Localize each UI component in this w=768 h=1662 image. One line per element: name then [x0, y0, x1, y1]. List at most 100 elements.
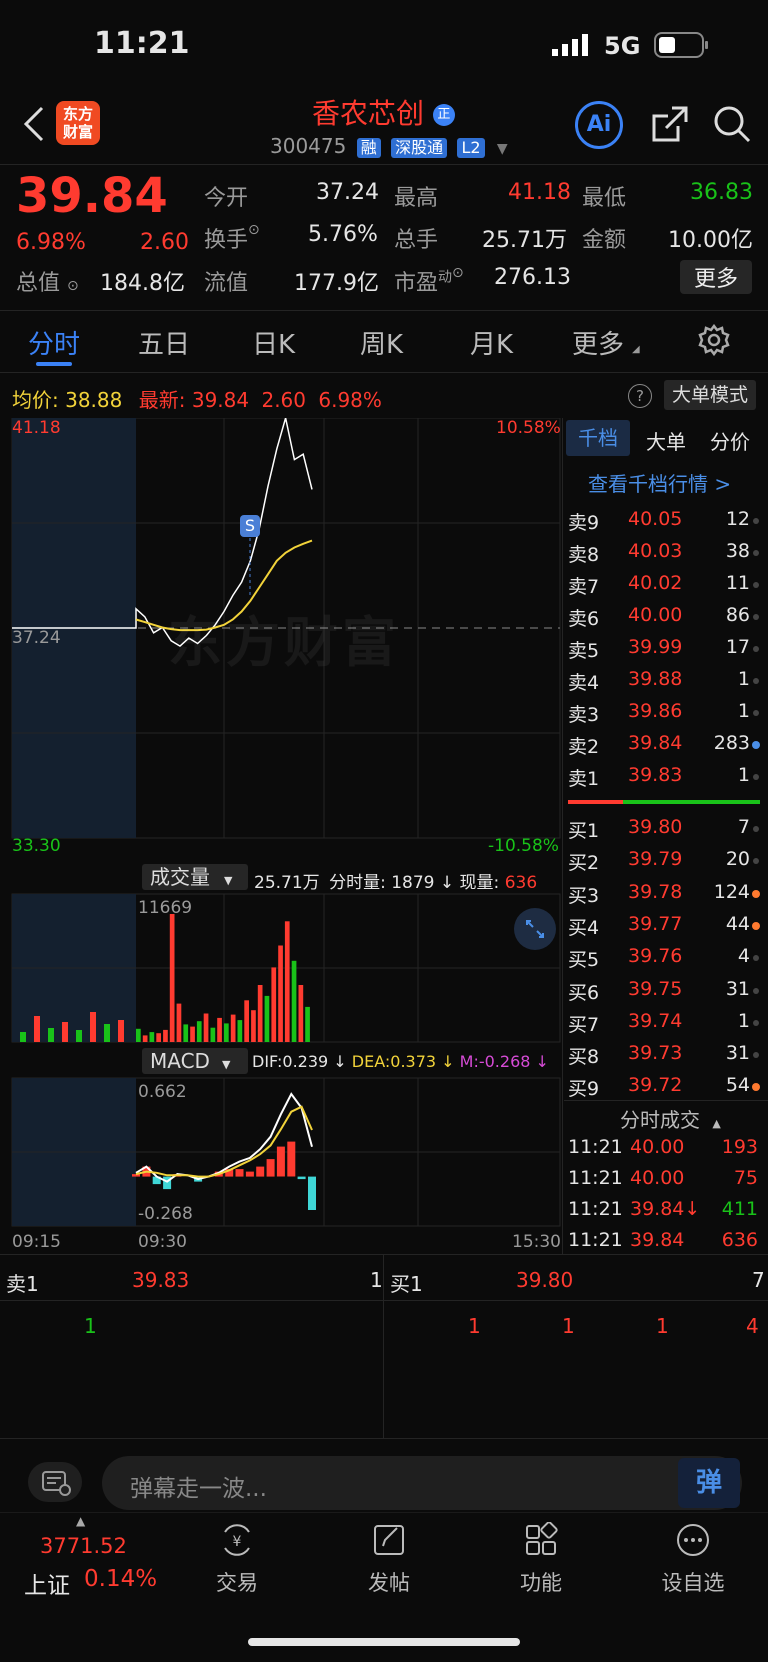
order-marker-dot — [753, 774, 759, 780]
settings-icon[interactable] — [698, 323, 730, 360]
bid-row[interactable]: 买3 39.78 124 — [568, 877, 764, 909]
bid-price: 39.74 — [628, 1009, 683, 1032]
ask-row[interactable]: 卖4 39.88 1 — [568, 664, 764, 696]
macd-histogram-bar — [276, 1146, 285, 1177]
amount-value: 10.00亿 — [668, 228, 753, 253]
bid-row[interactable]: 买2 39.79 20 — [568, 844, 764, 876]
danmaku-toggle-icon[interactable] — [28, 1462, 82, 1502]
tab-intraday[interactable]: 分时 — [28, 324, 80, 361]
ask-row[interactable]: 卖6 40.00 86 — [568, 600, 764, 632]
price-bottom-label: 33.30 — [12, 836, 61, 856]
pre-market-volume-bar — [76, 1030, 82, 1042]
nav-index[interactable]: ▲ 3771.52 上证 0.14% — [20, 1514, 160, 1604]
tab-five-day[interactable]: 五日 — [138, 324, 190, 361]
danmaku-input[interactable]: 弹幕走一波... 弹 — [102, 1456, 742, 1510]
volume-bar — [156, 1033, 161, 1042]
depth-link[interactable]: 查看千档行情 > — [588, 468, 731, 497]
trade-price: 39.84 — [630, 1229, 685, 1251]
change-value: 2.60 — [140, 230, 189, 255]
ask-label: 卖7 — [568, 576, 600, 598]
side-tab-big-order[interactable]: 大单 — [646, 426, 686, 455]
nav-add-watchlist[interactable]: 设自选 — [638, 1522, 748, 1597]
trade-icon: ¥ — [224, 1524, 250, 1556]
bid-label: 买9 — [568, 1078, 600, 1101]
order-marker-dot — [753, 646, 759, 652]
bid-row[interactable]: 买7 39.74 1 — [568, 1006, 764, 1038]
side-tab-depth[interactable]: 千档 — [566, 420, 630, 456]
ask-row[interactable]: 卖5 39.99 17 — [568, 632, 764, 664]
bid-row[interactable]: 买6 39.75 31 — [568, 974, 764, 1006]
trade-row: 11:21 39.84 636 — [568, 1227, 764, 1257]
tab-daily-k[interactable]: 日K — [252, 324, 295, 361]
chart-panel[interactable] — [0, 418, 566, 1254]
ask-row[interactable]: 卖3 39.86 1 — [568, 696, 764, 728]
open-value: 37.24 — [316, 180, 379, 205]
bid-row[interactable]: 买5 39.76 4 — [568, 941, 764, 973]
more-button[interactable]: 更多 — [680, 260, 752, 294]
volume-bar — [244, 1000, 249, 1042]
dropdown-icon: ▼ — [221, 1058, 231, 1071]
ask-row[interactable]: 卖8 40.03 38 — [568, 536, 764, 568]
info-icon[interactable]: ⊙ — [67, 278, 79, 294]
macd-selector[interactable]: MACD ▼ — [142, 1048, 248, 1074]
help-icon[interactable]: ? — [628, 384, 652, 408]
big-order-mode-button[interactable]: 大单模式 — [664, 380, 756, 410]
danmaku-send-button[interactable]: 弹 — [678, 1458, 740, 1508]
info-icon[interactable]: ⊙ — [248, 222, 260, 238]
pre-market-volume-bar — [20, 1032, 26, 1042]
tab-more[interactable]: 更多 — [572, 324, 624, 361]
volume-bar — [305, 1006, 310, 1042]
pre-market-volume-bar — [34, 1016, 40, 1042]
logo-line2: 财富 — [62, 123, 93, 141]
ask-row[interactable]: 卖9 40.05 12 — [568, 504, 764, 536]
battery-icon — [654, 32, 710, 62]
macd-histogram-bar — [308, 1176, 316, 1210]
expand-icon[interactable] — [514, 908, 556, 950]
macd-histogram-bar — [132, 1174, 140, 1177]
ask-qty: 17 — [725, 636, 750, 658]
index-value: 3771.52 — [40, 1534, 127, 1558]
nav-functions[interactable]: 功能 — [486, 1521, 596, 1597]
pre-market-volume-bar — [48, 1028, 54, 1042]
tab-weekly-k[interactable]: 周K — [360, 324, 403, 361]
info-icon[interactable]: ⊙ — [452, 265, 464, 281]
ask-label: 卖6 — [568, 608, 600, 630]
tab-monthly-k[interactable]: 月K — [470, 324, 513, 361]
volume-info: 25.71万 分时量: 1879 ↓ 现量: 636 — [254, 873, 538, 893]
stock-code-row[interactable]: 300475 融 深股通 L2 ▼ — [270, 134, 508, 158]
ask-row[interactable]: 卖7 40.02 11 — [568, 568, 764, 600]
bid-row[interactable]: 买4 39.77 44 — [568, 909, 764, 941]
search-icon[interactable] — [712, 104, 752, 148]
ask-price: 40.00 — [628, 604, 683, 626]
stock-name-text: 香农芯创 — [312, 97, 425, 130]
volume-bar — [136, 1028, 141, 1042]
order-marker-dot — [752, 889, 760, 898]
trade-time: 11:21 — [568, 1167, 623, 1189]
bid-row[interactable]: 买1 39.80 7 — [568, 812, 764, 844]
trades-title[interactable]: 分时成交 ▲ — [620, 1104, 721, 1133]
share-icon[interactable] — [650, 104, 690, 148]
dropdown-icon[interactable]: ▼ — [497, 141, 508, 157]
order-marker-dot — [753, 678, 759, 684]
latest-value: 39.84 — [191, 388, 250, 412]
volume-label: 总手 — [394, 228, 439, 253]
volume-selector[interactable]: 成交量 ▼ — [142, 864, 248, 890]
bid-row[interactable]: 买8 39.73 31 — [568, 1038, 764, 1070]
nav-post[interactable]: 发帖 — [334, 1522, 444, 1597]
ai-button[interactable]: Ai — [575, 101, 623, 149]
trade-price: 40.00 — [630, 1136, 685, 1158]
ask-row[interactable]: 卖2 39.84 283 — [568, 728, 764, 760]
side-tab-price-dist[interactable]: 分价 — [710, 426, 750, 455]
ask-row[interactable]: 卖1 39.83 1 — [568, 760, 764, 792]
bid-row[interactable]: 买9 39.72 54 — [568, 1070, 764, 1102]
order-marker-dot — [753, 826, 759, 832]
back-icon[interactable] — [22, 104, 46, 148]
stock-name: 香农芯创 正 — [312, 92, 455, 132]
bid-label: 买2 — [568, 852, 600, 875]
volume-period: 1879 — [391, 873, 435, 893]
low-label: 最低 — [582, 186, 627, 211]
more-dots-icon — [677, 1524, 709, 1556]
pre-market-volume-bar — [62, 1022, 68, 1042]
signal-badge[interactable]: S — [240, 515, 260, 537]
nav-trade[interactable]: ¥ 交易 — [182, 1522, 292, 1597]
